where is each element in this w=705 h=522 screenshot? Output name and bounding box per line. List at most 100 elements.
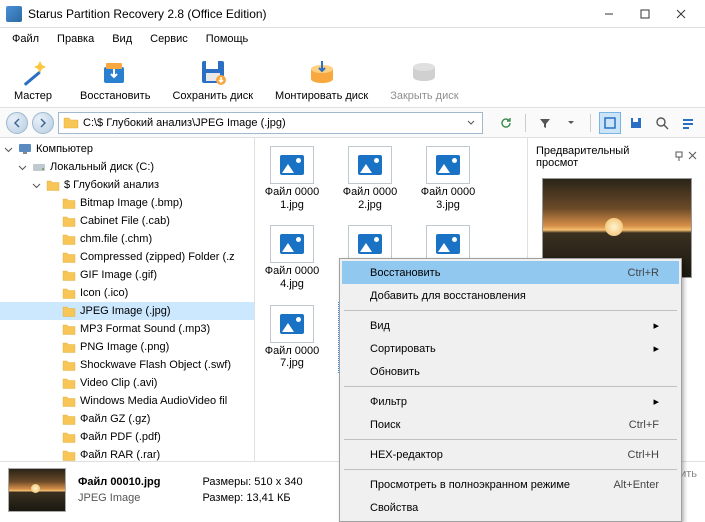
disk-icon [31,160,47,174]
ctx-add-recovery[interactable]: Добавить для восстановления [342,284,679,307]
chevron-down-icon[interactable] [464,120,478,126]
file-item[interactable]: Файл 00007.jpg [261,303,323,372]
ctx-sort[interactable]: Сортировать▸ [342,337,679,360]
toolbar: Мастер Восстановить Сохранить диск Монти… [0,50,705,108]
chevron-right-icon: ▸ [653,342,659,355]
folder-icon [61,250,77,264]
file-item[interactable]: Файл 00002.jpg [339,144,401,213]
size-value: 13,41 КБ [246,492,290,504]
separator [344,469,677,470]
wizard-button[interactable]: Мастер [8,56,58,102]
file-item[interactable]: Файл 00001.jpg [261,144,323,213]
tree-item[interactable]: Windows Media AudioVideo fil [0,392,254,410]
tree-computer[interactable]: Компьютер [0,140,254,158]
folder-icon [61,232,77,246]
ctx-filter[interactable]: Фильтр▸ [342,390,679,413]
close-disk-label: Закрыть диск [390,90,458,102]
shortcut-label: Ctrl+R [628,267,659,279]
folder-icon [61,376,77,390]
tree-item[interactable]: GIF Image (.gif) [0,266,254,284]
dims-label: Размеры: [202,476,251,488]
menu-file[interactable]: Файл [4,31,47,47]
ctx-view[interactable]: Вид▸ [342,314,679,337]
tree-item[interactable]: Bitmap Image (.bmp) [0,194,254,212]
shortcut-label: Ctrl+F [629,419,659,431]
folder-icon [61,340,77,354]
tree-item-label: Файл GZ (.gz) [80,413,150,425]
tree-local-disk[interactable]: Локальный диск (C:) [0,158,254,176]
tree-item[interactable]: Compressed (zipped) Folder (.z [0,248,254,266]
wand-icon [17,56,49,88]
tree-item[interactable]: MP3 Format Sound (.mp3) [0,320,254,338]
tree-item[interactable]: PNG Image (.png) [0,338,254,356]
mount-disk-label: Монтировать диск [275,90,368,102]
pin-icon[interactable] [674,151,684,164]
ctx-search[interactable]: ПоискCtrl+F [342,413,679,436]
tree-item-label: Video Clip (.avi) [80,377,157,389]
titlebar: Starus Partition Recovery 2.8 (Office Ed… [0,0,705,28]
maximize-button[interactable] [627,2,663,26]
ctx-recover[interactable]: Восстановить Ctrl+R [342,261,679,284]
separator [344,310,677,311]
search-button[interactable] [651,112,673,134]
save-disk-button[interactable]: Сохранить диск [172,56,253,102]
close-button[interactable] [663,2,699,26]
mount-disk-button[interactable]: Монтировать диск [275,56,368,102]
file-item[interactable]: Файл 00004.jpg [261,223,323,292]
refresh-button[interactable] [495,112,517,134]
ctx-refresh[interactable]: Обновить [342,360,679,383]
tree-item-label: GIF Image (.gif) [80,269,157,281]
save-view-button[interactable] [625,112,647,134]
options-button[interactable] [677,112,699,134]
view-large-icons-button[interactable] [599,112,621,134]
tree-item-label: MP3 Format Sound (.mp3) [80,323,210,335]
tree-item[interactable]: chm.file (.chm) [0,230,254,248]
ctx-hex[interactable]: HEX-редакторCtrl+H [342,443,679,466]
tree-item[interactable]: Cabinet File (.cab) [0,212,254,230]
folder-icon [61,430,77,444]
nav-forward-button[interactable] [32,112,54,134]
folder-tree[interactable]: Компьютер Локальный диск (C:) $ Глубокий… [0,138,255,461]
menu-edit[interactable]: Правка [49,31,102,47]
preview-header: Предварительный просмот [532,142,701,172]
close-icon[interactable] [688,151,697,163]
menu-view[interactable]: Вид [104,31,140,47]
separator [590,114,591,132]
collapse-icon[interactable] [16,161,28,173]
tree-item[interactable]: Файл PDF (.pdf) [0,428,254,446]
file-item[interactable]: Файл 00003.jpg [417,144,479,213]
nav-back-button[interactable] [6,112,28,134]
folder-icon [61,304,77,318]
collapse-icon[interactable] [30,179,42,191]
minimize-button[interactable] [591,2,627,26]
window-title: Starus Partition Recovery 2.8 (Office Ed… [28,7,591,21]
menu-help[interactable]: Помощь [198,31,257,47]
recover-label: Восстановить [80,90,150,102]
tree-deep-scan[interactable]: $ Глубокий анализ [0,176,254,194]
shortcut-label: Ctrl+H [628,449,659,461]
filter-dropdown[interactable] [560,112,582,134]
folder-icon [45,178,61,192]
address-bar[interactable] [58,112,483,134]
collapse-icon[interactable] [2,143,14,155]
folder-icon [61,412,77,426]
tree-item-label: chm.file (.chm) [80,233,152,245]
shortcut-label: Alt+Enter [613,479,659,491]
tree-item[interactable]: Файл GZ (.gz) [0,410,254,428]
tree-item-label: Bitmap Image (.bmp) [80,197,183,209]
save-disk-label: Сохранить диск [172,90,253,102]
tree-item[interactable]: Video Clip (.avi) [0,374,254,392]
ctx-properties[interactable]: Свойства [342,496,679,519]
tree-item[interactable]: Shockwave Flash Object (.swf) [0,356,254,374]
ctx-fullscreen[interactable]: Просмотреть в полноэкранном режимеAlt+En… [342,473,679,496]
tree-item[interactable]: Файл RAR (.rar) [0,446,254,461]
tree-item[interactable]: Icon (.ico) [0,284,254,302]
file-thumbnail [348,146,392,184]
tree-item[interactable]: JPEG Image (.jpg) [0,302,254,320]
address-input[interactable] [79,117,464,129]
tree-item-label: Cabinet File (.cab) [80,215,170,227]
menu-service[interactable]: Сервис [142,31,196,47]
recover-button[interactable]: Восстановить [80,56,150,102]
size-label: Размер: [202,492,243,504]
filter-button[interactable] [534,112,556,134]
